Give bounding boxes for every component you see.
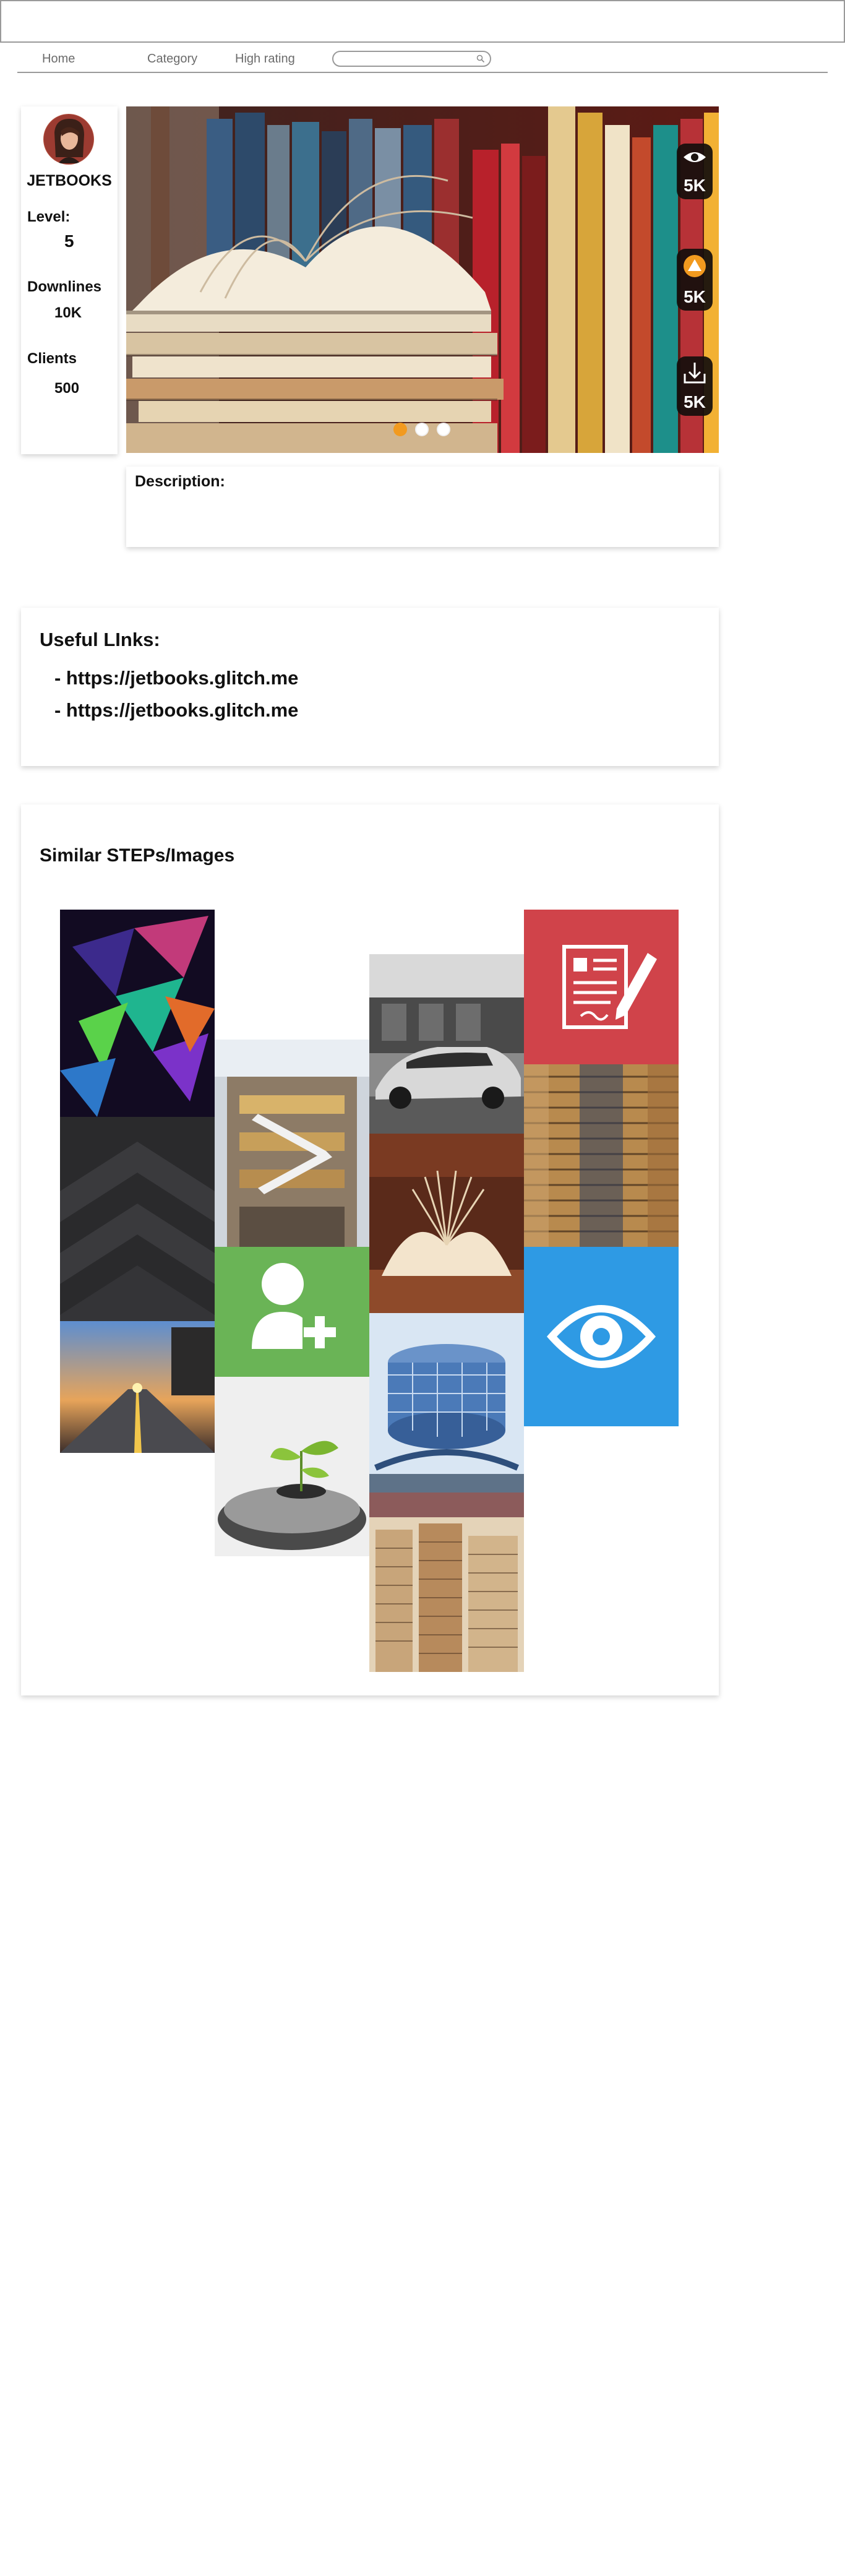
bookshelf-image	[126, 106, 719, 453]
useful-links-card: Useful LInks: - https://jetbooks.glitch.…	[21, 608, 719, 766]
glass-building-image[interactable]	[369, 1313, 524, 1493]
downloads-count: 5K	[684, 392, 706, 411]
nav-home-link[interactable]: Home	[42, 52, 75, 66]
carousel-dot-1[interactable]	[393, 423, 407, 436]
abstract-polygons-image[interactable]	[60, 910, 215, 1117]
useful-links-title: Useful LInks:	[40, 629, 160, 650]
shopping-mall-image[interactable]	[215, 1040, 369, 1247]
carousel-dot-2[interactable]	[415, 423, 429, 436]
profile-card: JETBOOKS Level: 5 Downlines 10K Clients …	[21, 106, 118, 454]
level-value: 5	[64, 231, 74, 251]
search-icon[interactable]	[476, 54, 485, 63]
hero-image: 5K 5K 5K	[126, 106, 719, 453]
views-stat[interactable]: 5K	[677, 144, 713, 199]
book-piles-image[interactable]	[524, 1064, 679, 1247]
search-box[interactable]	[332, 51, 491, 67]
plant-in-hand-image[interactable]	[215, 1377, 369, 1556]
profile-name: JETBOOKS	[27, 172, 112, 189]
eye-icon	[684, 152, 706, 162]
download-icon	[684, 363, 706, 384]
downlines-value: 10K	[54, 304, 82, 321]
add-user-icon[interactable]	[215, 1247, 369, 1377]
nav-high-rating-link[interactable]: High rating	[235, 52, 295, 66]
similar-images-title: Similar STEPs/Images	[40, 845, 235, 866]
description-label: Description:	[135, 473, 225, 490]
nav-divider	[17, 72, 828, 73]
eye-icon[interactable]	[524, 1247, 679, 1426]
downlines-label: Downlines	[27, 278, 102, 295]
upvotes-stat[interactable]: 5K	[677, 249, 713, 311]
level-label: Level:	[27, 209, 71, 225]
book-stacks-image[interactable]	[369, 1493, 524, 1672]
clients-value: 500	[54, 380, 80, 397]
search-input[interactable]	[340, 53, 472, 66]
sunset-road-image[interactable]	[60, 1321, 215, 1453]
description-card: Description:	[126, 467, 719, 547]
top-banner	[0, 0, 845, 43]
carousel-dot-3[interactable]	[437, 423, 450, 436]
views-count: 5K	[684, 176, 706, 195]
downloads-stat[interactable]: 5K	[677, 356, 713, 416]
sports-car-image[interactable]	[369, 954, 524, 1134]
clients-label: Clients	[27, 350, 77, 367]
useful-link-1[interactable]: - https://jetbooks.glitch.me	[54, 667, 298, 689]
open-book-image[interactable]	[369, 1134, 524, 1313]
useful-link-2[interactable]: - https://jetbooks.glitch.me	[54, 699, 298, 722]
edit-document-icon[interactable]	[524, 910, 679, 1064]
upvotes-count: 5K	[684, 287, 706, 306]
dark-chevron-image[interactable]	[60, 1117, 215, 1321]
similar-images-card: Similar STEPs/Images	[21, 804, 719, 1695]
avatar[interactable]	[43, 114, 94, 165]
upvote-icon	[684, 255, 706, 277]
nav-category-link[interactable]: Category	[147, 52, 197, 66]
